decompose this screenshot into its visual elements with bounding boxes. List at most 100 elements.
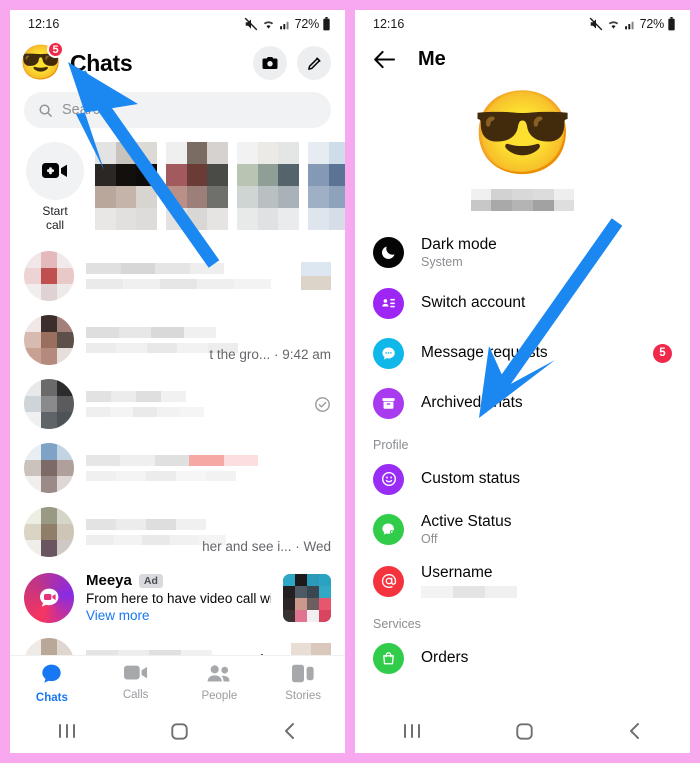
active-contact-item[interactable] xyxy=(308,142,345,230)
avatar xyxy=(24,507,74,557)
recents-icon[interactable] xyxy=(402,722,422,740)
menu-item-dark-mode[interactable]: Dark mode System xyxy=(355,227,690,278)
message-bubble-icon-wrap xyxy=(373,337,404,369)
status-time: 12:16 xyxy=(28,17,60,31)
menu-item-label: Orders xyxy=(421,649,469,666)
ad-thumbnail[interactable] xyxy=(283,573,331,622)
search-icon xyxy=(39,103,52,117)
battery-icon xyxy=(668,17,675,31)
settings-menu: Dark mode System Switch account Message … xyxy=(355,227,690,683)
shopping-bag-icon xyxy=(383,651,394,664)
active-status-icon xyxy=(382,523,394,535)
menu-item-label: Message requests xyxy=(421,344,548,361)
stories-icon xyxy=(292,664,314,682)
start-call-button[interactable]: Start call xyxy=(24,142,86,233)
menu-item-custom-status[interactable]: Custom status xyxy=(355,454,690,504)
mute-icon xyxy=(244,17,257,31)
me-header: Me xyxy=(355,38,690,75)
wifi-icon xyxy=(608,21,618,29)
chats-header: 😎 5 Chats xyxy=(10,38,345,90)
left-phone-screenshot: 12:16 72% 😎 5 Chats Search Start call t … xyxy=(10,10,345,753)
table-row[interactable]: her and see i... · Wed xyxy=(10,500,345,564)
camera-button[interactable] xyxy=(253,46,287,80)
signal-icon xyxy=(624,21,634,29)
table-row[interactable] xyxy=(10,244,345,308)
sponsored-ad-row[interactable]: Meeya Ad From here to have video call wi… xyxy=(10,564,345,631)
chat-snippet: her and see i... · Wed xyxy=(202,539,331,554)
profile-avatar[interactable]: 😎 xyxy=(355,93,690,175)
bottom-navigation: Chats Calls People Stories xyxy=(10,655,345,709)
compose-button[interactable] xyxy=(297,46,331,80)
menu-item-label: Switch account xyxy=(421,294,526,311)
tab-label: Calls xyxy=(122,689,149,701)
system-navigation-bar xyxy=(355,709,690,753)
system-navigation-bar xyxy=(10,709,345,753)
status-bar: 12:16 72% xyxy=(10,10,345,38)
menu-item-switch-account[interactable]: Switch account xyxy=(355,278,690,328)
menu-item-label: Username xyxy=(421,564,493,581)
smiley-icon-wrap xyxy=(373,463,404,495)
active-contact-item[interactable] xyxy=(237,142,299,230)
back-icon[interactable] xyxy=(627,722,643,740)
screenshot-stage: 12:16 72% 😎 5 Chats Search Start call t … xyxy=(0,0,700,763)
tab-chats[interactable]: Chats xyxy=(10,662,94,704)
table-row[interactable]: t the gro... · 9:42 am xyxy=(10,308,345,372)
menu-item-username[interactable]: Username xyxy=(355,555,690,607)
username-value-hidden xyxy=(421,586,517,598)
menu-item-orders[interactable]: Orders xyxy=(355,633,690,683)
avatar-unread-badge: 5 xyxy=(47,41,64,58)
shopping-bag-icon-wrap xyxy=(373,642,404,674)
menu-item-label: Archived chats xyxy=(421,394,523,411)
table-row[interactable] xyxy=(10,372,345,436)
tab-stories[interactable]: Stories xyxy=(261,664,345,702)
start-call-line1: Start xyxy=(42,204,68,218)
tab-calls[interactable]: Calls xyxy=(94,664,178,701)
ad-view-more-link[interactable]: View more xyxy=(86,608,271,623)
tab-label: People xyxy=(201,689,238,702)
start-call-line2: call xyxy=(45,217,64,232)
message-requests-badge: 5 xyxy=(653,343,672,363)
avatar xyxy=(24,379,74,429)
tab-label: Stories xyxy=(285,689,322,702)
back-arrow-icon[interactable] xyxy=(373,50,396,69)
menu-item-sublabel: Off xyxy=(421,532,438,546)
wifi-icon xyxy=(263,21,273,29)
active-status-icon-wrap xyxy=(373,514,404,545)
mute-icon xyxy=(589,17,602,31)
menu-item-active-status[interactable]: Active Status Off xyxy=(355,504,690,555)
menu-item-archived-chats[interactable]: Archived chats xyxy=(355,378,690,428)
section-header-services: Services xyxy=(373,617,421,631)
battery-icon xyxy=(323,17,330,31)
pencil-icon xyxy=(307,56,321,70)
tab-people[interactable]: People xyxy=(178,664,262,702)
archive-box-icon xyxy=(382,397,395,409)
video-plus-icon xyxy=(42,163,67,178)
home-icon[interactable] xyxy=(515,722,534,741)
recents-icon[interactable] xyxy=(57,722,77,740)
camera-icon xyxy=(262,57,278,69)
menu-item-label: Active Status xyxy=(421,513,512,530)
video-camera-icon xyxy=(123,665,147,680)
home-icon[interactable] xyxy=(170,722,189,741)
profile-avatar-button[interactable]: 😎 5 xyxy=(22,41,64,82)
tab-label: Chats xyxy=(35,691,68,704)
seen-check-icon xyxy=(315,396,330,412)
menu-item-label: Custom status xyxy=(421,470,521,487)
menu-item-label: Dark mode xyxy=(421,236,497,253)
battery-percent: 72% xyxy=(639,17,665,31)
people-icon xyxy=(207,664,230,681)
table-row[interactable] xyxy=(10,436,345,500)
moon-icon-wrap xyxy=(373,237,404,268)
ad-badge: Ad xyxy=(138,573,163,588)
signal-icon xyxy=(279,21,289,29)
back-icon[interactable] xyxy=(282,722,298,740)
moon-icon xyxy=(382,246,395,259)
search-input[interactable]: Search xyxy=(24,92,331,128)
active-contact-item[interactable] xyxy=(95,142,157,230)
menu-item-sublabel: System xyxy=(421,255,463,269)
active-contact-item[interactable] xyxy=(166,142,228,230)
smiley-icon xyxy=(381,471,396,487)
thumbnail xyxy=(301,262,331,290)
menu-item-message-requests[interactable]: Message requests 5 xyxy=(355,328,690,378)
chat-bubble-icon xyxy=(42,664,62,683)
